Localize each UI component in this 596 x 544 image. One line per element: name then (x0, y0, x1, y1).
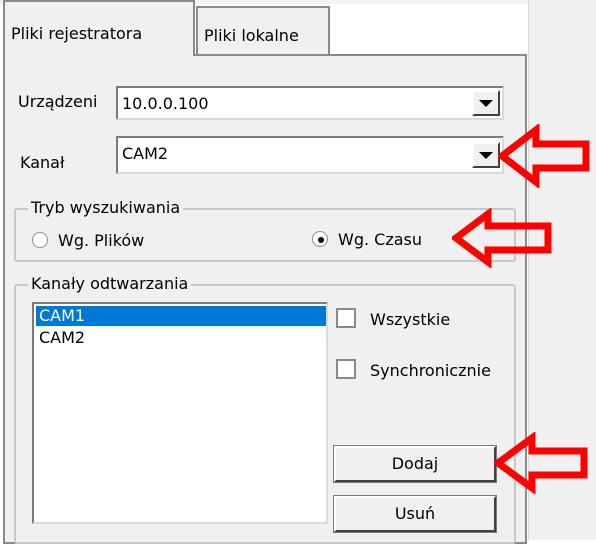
remove-button[interactable]: Usuń (334, 496, 496, 532)
checkbox-all[interactable] (336, 308, 356, 328)
channel-dropdown-button[interactable] (472, 142, 500, 168)
list-item-cam1[interactable]: CAM1 (36, 306, 326, 326)
radio-by-files-label: Wg. Plików (58, 231, 145, 250)
tab-label: Pliki rejestratora (11, 24, 143, 43)
playback-channels-title: Kanały odtwarzania (28, 276, 192, 292)
channel-combobox[interactable]: CAM2 (116, 136, 504, 174)
tab-label: Pliki lokalne (204, 26, 299, 45)
checkbox-all-label: Wszystkie (370, 310, 451, 329)
channel-label: Kanał (20, 153, 65, 172)
radio-by-time[interactable] (312, 231, 328, 247)
chevron-down-icon (479, 151, 493, 159)
tab-pliki-rejestratora[interactable]: Pliki rejestratora (3, 0, 195, 56)
channel-value: CAM2 (122, 144, 169, 163)
list-item-cam2[interactable]: CAM2 (36, 328, 326, 348)
radio-selected-dot (318, 237, 324, 243)
device-label: Urządzeni (18, 92, 98, 111)
search-mode-title: Tryb wyszukiwania (28, 200, 184, 216)
device-value: 10.0.0.100 (122, 94, 209, 113)
add-button[interactable]: Dodaj (334, 446, 496, 482)
callout-arrow-add (494, 432, 588, 494)
device-combobox[interactable]: 10.0.0.100 (116, 86, 504, 120)
device-dropdown-button[interactable] (472, 90, 500, 116)
radio-by-files[interactable] (32, 232, 48, 248)
checkbox-sync[interactable] (336, 359, 356, 379)
radio-by-time-label: Wg. Czasu (338, 230, 422, 249)
channel-listbox[interactable]: CAM1 CAM2 (32, 302, 328, 524)
checkbox-sync-label: Synchronicznie (370, 361, 491, 380)
callout-arrow-channel (498, 124, 590, 188)
chevron-down-icon (479, 99, 493, 107)
tab-pliki-lokalne[interactable]: Pliki lokalne (196, 6, 330, 56)
callout-arrow-search-mode (452, 208, 552, 268)
